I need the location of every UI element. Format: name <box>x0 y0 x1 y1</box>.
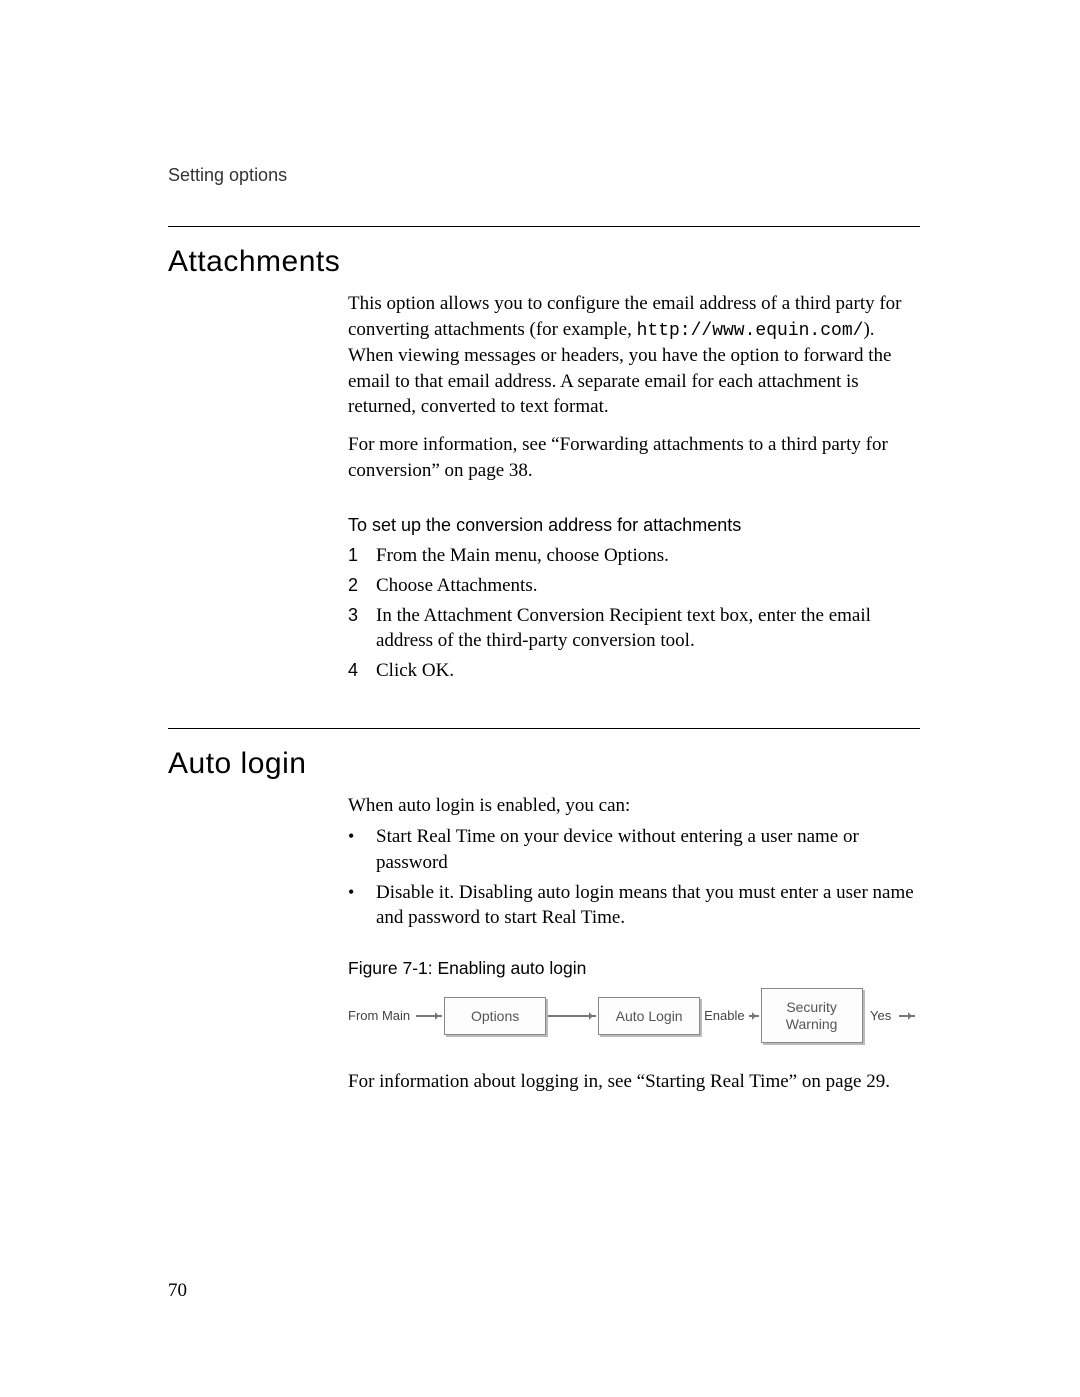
figure-caption: Figure 7-1: Enabling auto login <box>348 957 920 981</box>
attachments-body: This option allows you to configure the … <box>348 291 920 684</box>
step-row: 2 Choose Attachments. <box>348 573 920 599</box>
step-number: 1 <box>348 543 376 569</box>
autologin-body: When auto login is enabled, you can: • S… <box>348 793 920 1095</box>
step-row: 4 Click OK. <box>348 658 920 684</box>
step-number: 4 <box>348 658 376 684</box>
flow-box-options: Options <box>444 997 546 1035</box>
document-page: Setting options Attachments This option … <box>0 0 1080 1397</box>
bullet-list: • Start Real Time on your device without… <box>348 824 920 931</box>
flow-box-line: Security <box>776 999 848 1015</box>
step-text: Choose Attachments. <box>376 573 920 599</box>
heading-attachments: Attachments <box>168 245 920 279</box>
task-label: To set up the conversion address for att… <box>348 513 920 537</box>
attachments-intro: This option allows you to configure the … <box>348 291 920 420</box>
autologin-closing: For information about logging in, see “S… <box>348 1069 920 1095</box>
flow-box-line: Warning <box>776 1016 848 1032</box>
flow-box-autologin: Auto Login <box>598 997 700 1035</box>
bullet-row: • Start Real Time on your device without… <box>348 824 920 875</box>
arrow-icon <box>899 1015 915 1017</box>
flow-enable-label: Enable <box>704 1007 744 1025</box>
section-rule <box>168 728 920 729</box>
bullet-text: Disable it. Disabling auto login means t… <box>376 880 920 931</box>
step-text: Click OK. <box>376 658 920 684</box>
section-rule <box>168 226 920 227</box>
arrow-icon <box>548 1015 596 1017</box>
running-header: Setting options <box>168 165 920 186</box>
attachments-moreinfo: For more information, see “Forwarding at… <box>348 432 920 483</box>
flow-yes-label: Yes <box>867 1007 895 1025</box>
arrow-icon <box>416 1015 442 1017</box>
step-row: 3 In the Attachment Conversion Recipient… <box>348 603 920 654</box>
step-text: From the Main menu, choose Options. <box>376 543 920 569</box>
bullet-icon: • <box>348 880 376 931</box>
bullet-row: • Disable it. Disabling auto login means… <box>348 880 920 931</box>
flowchart: From Main Options Auto Login Enable Secu… <box>348 988 920 1042</box>
page-number: 70 <box>168 1280 187 1302</box>
intro-url: http://www.equin.com/ <box>637 321 864 341</box>
flow-box-security: Security Warning <box>761 988 863 1042</box>
steps-list: 1 From the Main menu, choose Options. 2 … <box>348 543 920 683</box>
heading-autologin: Auto login <box>168 747 920 781</box>
autologin-intro: When auto login is enabled, you can: <box>348 793 920 819</box>
bullet-text: Start Real Time on your device without e… <box>376 824 920 875</box>
arrow-icon <box>749 1015 759 1017</box>
step-number: 3 <box>348 603 376 654</box>
step-text: In the Attachment Conversion Recipient t… <box>376 603 920 654</box>
step-number: 2 <box>348 573 376 599</box>
step-row: 1 From the Main menu, choose Options. <box>348 543 920 569</box>
flow-from-label: From Main <box>348 1007 410 1025</box>
bullet-icon: • <box>348 824 376 875</box>
